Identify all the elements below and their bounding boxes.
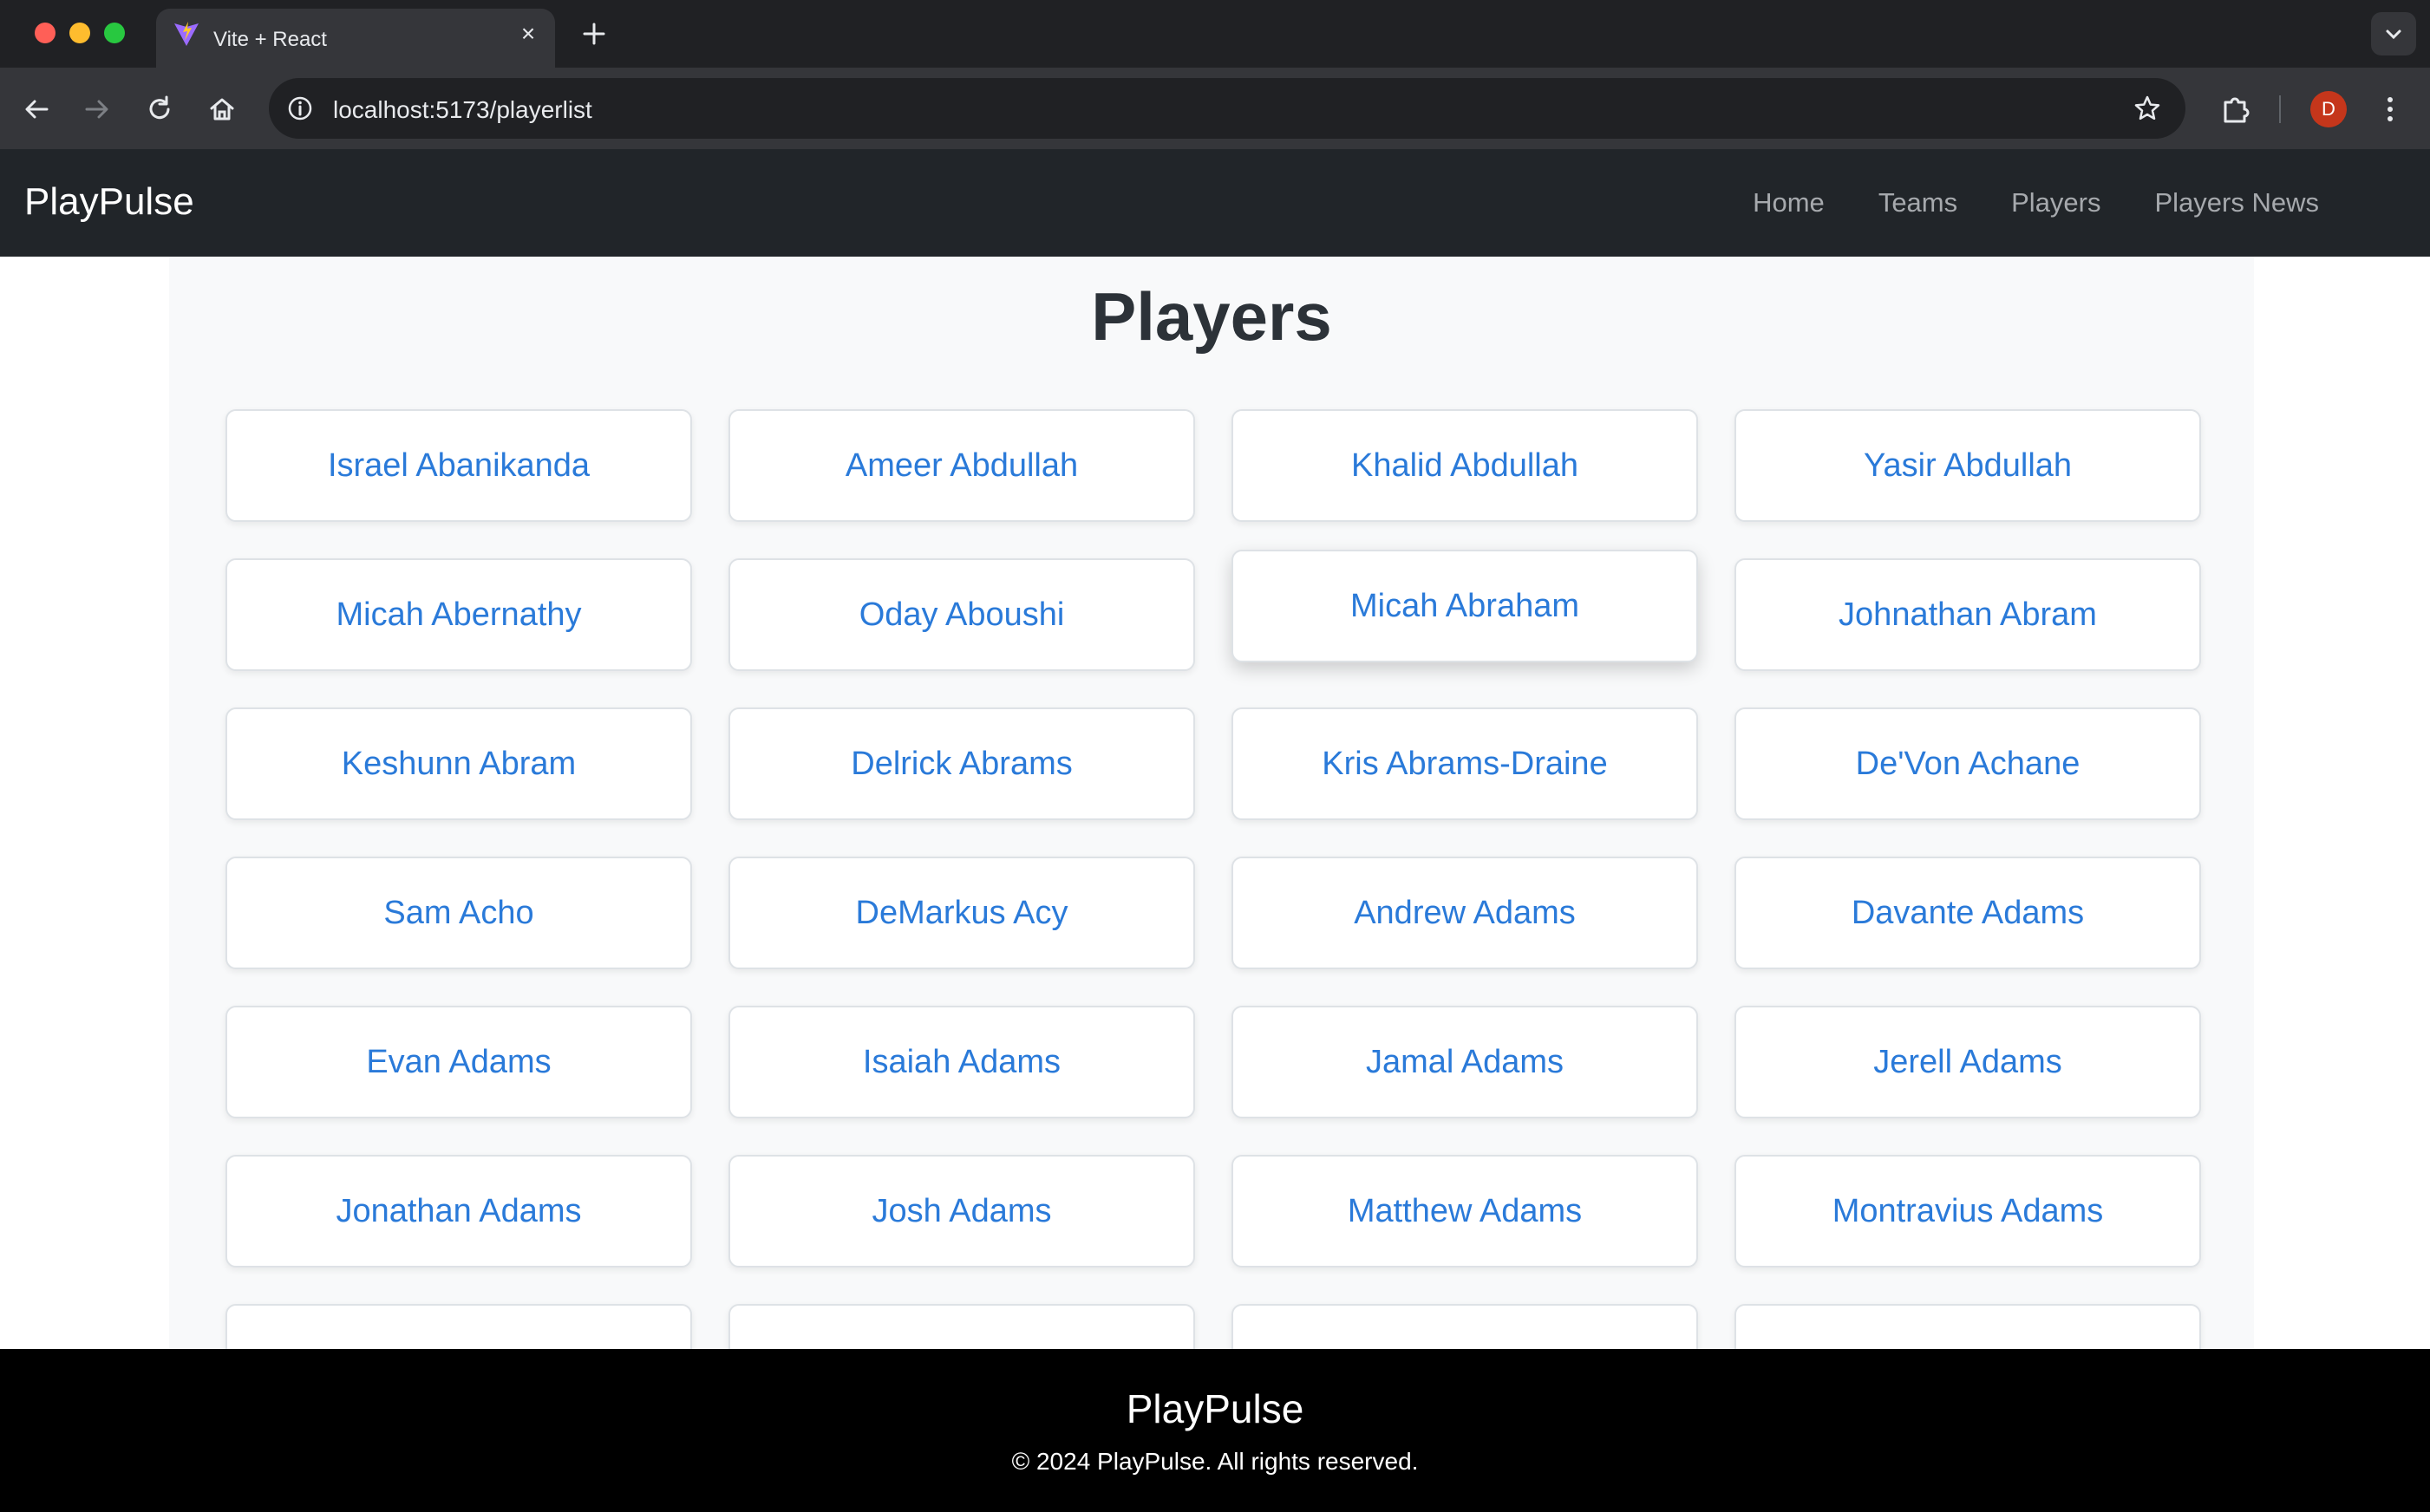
vite-logo-icon [174,22,199,46]
player-name-link[interactable]: Matthew Adams [1348,1193,1582,1230]
player-name-link[interactable]: Jonathan Adams [336,1193,581,1230]
nav-link-players-news[interactable]: Players News [2155,187,2320,218]
close-window-button[interactable] [35,23,56,43]
extensions-puzzle-icon[interactable] [2218,92,2253,127]
player-card[interactable]: Josh Adams [728,1155,1195,1268]
player-card[interactable]: Khalid Abdullah [1231,409,1698,522]
new-tab-icon[interactable] [579,19,609,49]
player-name-link[interactable]: Khalid Abdullah [1351,447,1578,485]
back-arrow-icon[interactable] [21,94,52,125]
player-card[interactable]: Delrick Abrams [728,707,1195,820]
player-card[interactable]: Ameer Abdullah [728,409,1195,522]
player-card[interactable]: Micah Abernathy [225,558,692,671]
player-card[interactable]: Jonathan Adams [225,1155,692,1268]
site-footer: PlayPulse © 2024 PlayPulse. All rights r… [0,1349,2430,1512]
toolbar-separator [2279,95,2281,123]
player-card[interactable]: Keshunn Abram [225,707,692,820]
chevron-down-icon [2386,29,2401,40]
player-name-link[interactable]: Sam Acho [383,895,533,932]
player-name-link[interactable]: Isaiah Adams [863,1044,1061,1081]
player-card[interactable]: Sam Acho [225,857,692,969]
footer-brand: PlayPulse [1126,1386,1304,1431]
nav-link-teams[interactable]: Teams [1878,187,1957,218]
player-name-link[interactable]: Jamal Adams [1366,1044,1564,1081]
player-name-link[interactable]: Oday Aboushi [859,596,1065,634]
player-card-partial[interactable] [1231,1304,1698,1349]
brand-logo[interactable]: PlayPulse [24,180,194,224]
player-name-link[interactable]: Ameer Abdullah [846,447,1078,485]
maximize-window-button[interactable] [104,23,125,43]
player-name-link[interactable]: Andrew Adams [1354,895,1576,932]
player-card[interactable]: Micah Abraham [1231,550,1698,662]
player-card[interactable]: Davante Adams [1734,857,2201,969]
reload-icon[interactable] [144,94,175,125]
player-card[interactable]: Evan Adams [225,1006,692,1118]
app-navbar: PlayPulse Home Teams Players Players New… [0,149,2430,257]
footer-copyright: © 2024 PlayPulse. All rights reserved. [1011,1448,1419,1475]
player-name-link[interactable]: De'Von Achane [1856,746,2081,783]
player-grid: Israel Abanikanda Ameer Abdullah Khalid Ab… [225,409,2201,1349]
player-card[interactable]: Matthew Adams [1231,1155,1698,1268]
player-card[interactable]: Montravius Adams [1734,1155,2201,1268]
address-bar[interactable]: localhost:5173/playerlist [269,78,2185,139]
nav-link-home[interactable]: Home [1753,187,1825,218]
players-container: Players Israel Abanikanda Ameer Abdullah K… [169,257,2254,1349]
close-tab-icon[interactable]: × [515,21,541,47]
player-card-partial[interactable] [1734,1304,2201,1349]
player-name-link[interactable]: Montravius Adams [1832,1193,2104,1230]
player-card[interactable]: Isaiah Adams [728,1006,1195,1118]
player-card-partial[interactable] [728,1304,1195,1349]
player-card[interactable]: DeMarkus Acy [728,857,1195,969]
more-menu-icon[interactable] [2376,92,2404,127]
player-name-link[interactable]: Israel Abanikanda [328,447,590,485]
browser-tab-bar: Vite + React × [0,0,2430,68]
browser-tab-active[interactable]: Vite + React × [156,9,555,68]
player-name-link[interactable]: Jerell Adams [1873,1044,2062,1081]
player-name-link[interactable]: Keshunn Abram [342,746,576,783]
player-name-link[interactable]: DeMarkus Acy [856,895,1068,932]
player-card[interactable]: Andrew Adams [1231,857,1698,969]
player-name-link[interactable]: Josh Adams [872,1193,1052,1230]
profile-avatar[interactable]: D [2310,91,2347,127]
player-name-link[interactable]: Yasir Abdullah [1864,447,2072,485]
tab-search-button[interactable] [2371,12,2416,55]
player-name-link[interactable]: Micah Abraham [1350,588,1579,625]
player-card[interactable]: Johnathan Abram [1734,558,2201,671]
site-info-icon[interactable] [284,93,316,124]
minimize-window-button[interactable] [69,23,90,43]
player-card[interactable]: Israel Abanikanda [225,409,692,522]
page-title: Players [1091,278,1332,355]
forward-arrow-icon[interactable] [82,94,113,125]
player-card[interactable]: Oday Aboushi [728,558,1195,671]
browser-toolbar: localhost:5173/playerlist D [0,68,2430,149]
player-name-link[interactable]: Kris Abrams-Draine [1322,746,1607,783]
player-card[interactable]: Jamal Adams [1231,1006,1698,1118]
player-name-link[interactable]: Davante Adams [1852,895,2084,932]
player-name-link[interactable]: Delrick Abrams [851,746,1073,783]
nav-links: Home Teams Players Players News [1753,187,2319,218]
nav-link-players[interactable]: Players [2011,187,2100,218]
player-card[interactable]: Kris Abrams-Draine [1231,707,1698,820]
url-text: localhost:5173/playerlist [333,96,592,123]
player-name-link[interactable]: Micah Abernathy [336,596,581,634]
player-name-link[interactable]: Johnathan Abram [1839,596,2097,634]
bookmark-star-icon[interactable] [2132,93,2163,124]
player-card[interactable]: Jerell Adams [1734,1006,2201,1118]
home-icon[interactable] [206,94,238,125]
tab-title: Vite + React [213,28,327,51]
player-card-partial[interactable] [225,1304,692,1349]
player-name-link[interactable]: Evan Adams [366,1044,551,1081]
player-card[interactable]: Yasir Abdullah [1734,409,2201,522]
player-card[interactable]: De'Von Achane [1734,707,2201,820]
